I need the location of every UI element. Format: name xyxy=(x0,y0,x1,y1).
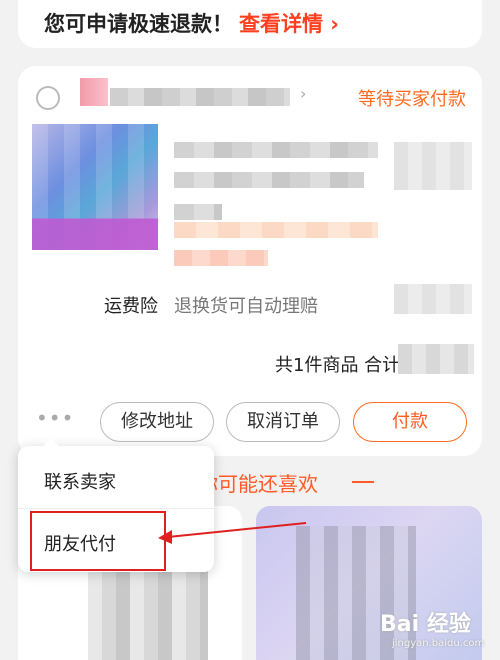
shipping-insurance-label: 运费险 xyxy=(104,296,158,317)
refund-banner: 您可申请极速退款！查看详情 › ✕ xyxy=(18,0,482,48)
product-image[interactable] xyxy=(32,124,158,250)
recommend-title-dash xyxy=(352,481,374,483)
product-quantity-blurred xyxy=(394,284,472,314)
order-card: › 等待买家付款 运费险 退换货可自动理赔 共1件商品 合计: ¥ ••• 修改… xyxy=(18,66,482,456)
product-sku-blurred xyxy=(174,222,378,238)
product-price-blurred xyxy=(394,142,472,190)
order-total-blurred xyxy=(398,344,474,374)
pay-button[interactable]: 付款 xyxy=(353,402,467,442)
chevron-right-icon: › xyxy=(300,84,307,103)
shop-logo xyxy=(80,78,108,106)
baidu-jingyan-watermark-logo: Bai 经验 xyxy=(380,612,471,637)
menu-divider xyxy=(18,508,214,509)
shipping-insurance-desc: 退换货可自动理赔 xyxy=(174,296,318,317)
product-title-blurred xyxy=(174,204,222,220)
select-radio[interactable] xyxy=(36,86,60,110)
menu-caret xyxy=(42,438,60,447)
annotation-highlight-box xyxy=(30,511,166,571)
baidu-jingyan-watermark-url: jingyan.baidu.com xyxy=(392,638,485,649)
refund-text: 您可申请极速退款！ xyxy=(44,12,233,36)
annotation-arrow xyxy=(158,522,307,544)
product-promo-blurred xyxy=(174,250,268,266)
product-title-blurred xyxy=(174,142,378,158)
product-title-blurred xyxy=(174,172,364,188)
more-options-icon[interactable]: ••• xyxy=(36,406,74,430)
refund-details-link[interactable]: 查看详情 › xyxy=(239,12,339,36)
modify-address-button[interactable]: 修改地址 xyxy=(100,402,214,442)
menu-item-contact-seller[interactable]: 联系卖家 xyxy=(44,468,116,494)
refund-message: 您可申请极速退款！ 查看详情 › xyxy=(44,8,339,38)
recommend-item-image xyxy=(88,566,208,660)
cancel-order-button[interactable]: 取消订单 xyxy=(226,402,340,442)
recommend-title: 你可能还喜欢 xyxy=(198,472,318,496)
order-status: 等待买家付款 xyxy=(358,89,466,110)
shop-name-blurred[interactable] xyxy=(110,88,290,106)
